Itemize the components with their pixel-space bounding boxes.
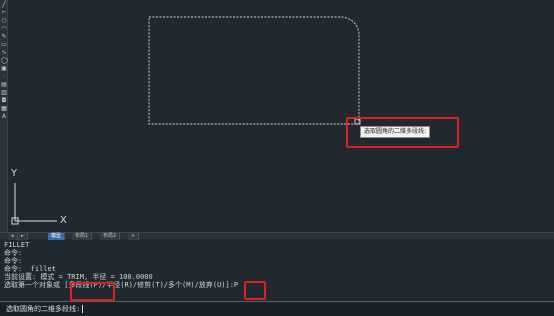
ucs-x-label: X: [60, 215, 67, 226]
text-cursor: [82, 305, 84, 313]
command-history: FILLET 命令: 命令: 命令: _fillet 当前设置: 模式 = TR…: [0, 240, 554, 301]
rectangle-icon[interactable]: ▭: [1, 42, 7, 48]
command-line[interactable]: 选取圆角的二维多段线:: [0, 301, 554, 316]
draw-toolbar: ╱ ⌐ ○ ◠ ✎ ▭ ∿ ◯ ▣ · ▤ ▥ ◘ ▦ A: [0, 0, 8, 232]
line-icon[interactable]: ╱: [1, 2, 7, 8]
history-line: 当前设置: 模式 = TRIM, 半径 = 100.0000: [4, 273, 153, 281]
circle-icon[interactable]: ○: [1, 18, 7, 24]
block-icon[interactable]: ▣: [1, 66, 7, 72]
polyline-icon[interactable]: ⌐: [1, 10, 7, 16]
tab-model[interactable]: 模型: [48, 233, 66, 240]
ucs-icon: [11, 183, 57, 225]
tab-add-layout[interactable]: +: [128, 233, 140, 240]
drawing-canvas[interactable]: [9, 0, 554, 232]
arc-icon[interactable]: ◠: [1, 26, 7, 32]
table-icon[interactable]: ▦: [1, 106, 7, 112]
layout-tabs-bar: ◂ ▸ 模型 布局1 布局2 +: [0, 232, 554, 240]
gradient-icon[interactable]: ▥: [1, 90, 7, 96]
history-line: 命令: _fillet: [4, 265, 56, 273]
pen-icon[interactable]: ✎: [1, 34, 7, 40]
tab-scroll-right[interactable]: ▸: [18, 233, 28, 240]
tab-layout2[interactable]: 布局2: [100, 233, 121, 240]
dynamic-input-tooltip: 选取圆角的二维多段线:: [360, 126, 431, 138]
ellipse-icon[interactable]: ◯: [1, 58, 8, 64]
spline-icon[interactable]: ∿: [1, 50, 7, 56]
history-line: FILLET: [4, 241, 30, 249]
ucs-y-label: Y: [11, 168, 18, 179]
region-icon[interactable]: ◘: [1, 98, 7, 104]
history-line: 命令:: [4, 257, 23, 265]
command-prompt: 选取圆角的二维多段线:: [6, 305, 81, 313]
selected-polyline[interactable]: [148, 16, 360, 125]
history-line: 命令:: [4, 249, 23, 257]
tab-layout1[interactable]: 布局1: [72, 233, 93, 240]
history-line: 选取第一个对象或 [多段线(P)/半径(R)/修剪(T)/多个(M)/放弃(U)…: [4, 281, 239, 289]
canvas-graphics: [11, 16, 361, 225]
text-icon[interactable]: A: [1, 114, 7, 120]
cad-application: ╱ ⌐ ○ ◠ ✎ ▭ ∿ ◯ ▣ · ▤ ▥ ◘ ▦ A Y X 选取圆角的二…: [0, 0, 554, 316]
hatch-icon[interactable]: ▤: [1, 82, 7, 88]
point-icon[interactable]: ·: [1, 74, 7, 80]
tab-scroll-left[interactable]: ◂: [8, 233, 18, 240]
